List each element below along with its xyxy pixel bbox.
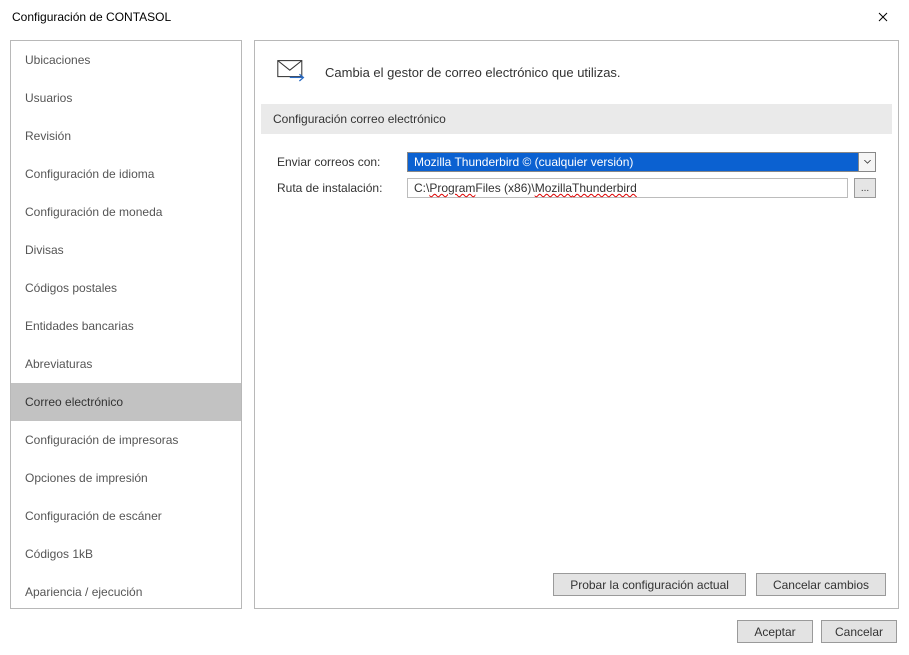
- path-text-seg1: Program: [429, 181, 475, 195]
- path-text-seg3: Mozilla: [535, 181, 572, 195]
- sidebar-item-label: Usuarios: [25, 91, 72, 105]
- test-config-button[interactable]: Probar la configuración actual: [553, 573, 746, 596]
- body-area: Ubicaciones Usuarios Revisión Configurac…: [0, 34, 909, 609]
- accept-button[interactable]: Aceptar: [737, 620, 813, 643]
- label-install-path: Ruta de instalación:: [277, 181, 407, 195]
- sidebar-item-label: Configuración de idioma: [25, 167, 154, 181]
- sidebar-item-label: Opciones de impresión: [25, 471, 148, 485]
- sidebar-item-label: Configuración de impresoras: [25, 433, 178, 447]
- dialog-footer: Aceptar Cancelar: [737, 620, 897, 643]
- sidebar-item-label: Correo electrónico: [25, 395, 123, 409]
- sidebar: Ubicaciones Usuarios Revisión Configurac…: [10, 40, 242, 609]
- sidebar-item-label: Ubicaciones: [25, 53, 90, 67]
- sidebar-item-abreviaturas[interactable]: Abreviaturas: [11, 345, 241, 383]
- cancel-changes-button[interactable]: Cancelar cambios: [756, 573, 886, 596]
- sidebar-item-idioma[interactable]: Configuración de idioma: [11, 155, 241, 193]
- sidebar-item-label: Configuración de moneda: [25, 205, 162, 219]
- sidebar-item-opciones-impresion[interactable]: Opciones de impresión: [11, 459, 241, 497]
- path-text-seg5: Thunderbird: [572, 181, 637, 195]
- sidebar-item-label: Entidades bancarias: [25, 319, 134, 333]
- sidebar-item-moneda[interactable]: Configuración de moneda: [11, 193, 241, 231]
- accept-label: Aceptar: [754, 625, 795, 639]
- sidebar-item-label: Divisas: [25, 243, 64, 257]
- sidebar-item-impresoras[interactable]: Configuración de impresoras: [11, 421, 241, 459]
- sidebar-item-label: Códigos 1kB: [25, 547, 93, 561]
- close-button[interactable]: [869, 3, 897, 31]
- select-email-client[interactable]: Mozilla Thunderbird © (cualquier versión…: [407, 152, 859, 172]
- row-send-with: Enviar correos con: Mozilla Thunderbird …: [277, 152, 876, 172]
- cancel-changes-label: Cancelar cambios: [773, 578, 869, 592]
- sidebar-item-ubicaciones[interactable]: Ubicaciones: [11, 41, 241, 79]
- sidebar-item-codigos-1kb[interactable]: Códigos 1kB: [11, 535, 241, 573]
- row-install-path: Ruta de instalación: C:\Program Files (x…: [277, 178, 876, 198]
- sidebar-item-label: Códigos postales: [25, 281, 117, 295]
- sidebar-item-apariencia[interactable]: Apariencia / ejecución: [11, 573, 241, 609]
- input-install-path[interactable]: C:\Program Files (x86)\Mozilla Thunderbi…: [407, 178, 848, 198]
- panel-footer: Probar la configuración actual Cancelar …: [553, 573, 886, 596]
- browse-label: ...: [861, 183, 869, 194]
- sidebar-item-entidades-bancarias[interactable]: Entidades bancarias: [11, 307, 241, 345]
- main-panel: Cambia el gestor de correo electrónico q…: [254, 40, 899, 609]
- chevron-down-icon: [864, 160, 871, 164]
- sidebar-item-escaner[interactable]: Configuración de escáner: [11, 497, 241, 535]
- sidebar-item-divisas[interactable]: Divisas: [11, 231, 241, 269]
- test-config-label: Probar la configuración actual: [570, 578, 729, 592]
- path-text-seg2: Files (x86)\: [475, 181, 534, 195]
- sidebar-item-label: Abreviaturas: [25, 357, 92, 371]
- section-header: Configuración correo electrónico: [261, 104, 892, 134]
- sidebar-item-revision[interactable]: Revisión: [11, 117, 241, 155]
- sidebar-item-correo-electronico[interactable]: Correo electrónico: [11, 383, 241, 421]
- header-description: Cambia el gestor de correo electrónico q…: [325, 65, 621, 80]
- titlebar: Configuración de CONTASOL: [0, 0, 909, 34]
- label-send-with: Enviar correos con:: [277, 155, 407, 169]
- cancel-button[interactable]: Cancelar: [821, 620, 897, 643]
- sidebar-item-label: Apariencia / ejecución: [25, 585, 142, 599]
- window-title: Configuración de CONTASOL: [12, 10, 171, 24]
- browse-button[interactable]: ...: [854, 178, 876, 198]
- close-icon: [878, 12, 888, 22]
- envelope-arrow-icon: [277, 59, 309, 86]
- path-text-prefix: C:\: [414, 181, 429, 195]
- header-row: Cambia el gestor de correo electrónico q…: [255, 41, 898, 104]
- form-area: Enviar correos con: Mozilla Thunderbird …: [255, 134, 898, 204]
- select-value: Mozilla Thunderbird © (cualquier versión…: [414, 155, 633, 169]
- sidebar-item-label: Revisión: [25, 129, 71, 143]
- sidebar-item-usuarios[interactable]: Usuarios: [11, 79, 241, 117]
- sidebar-item-codigos-postales[interactable]: Códigos postales: [11, 269, 241, 307]
- select-dropdown-button[interactable]: [859, 152, 876, 172]
- sidebar-item-label: Configuración de escáner: [25, 509, 162, 523]
- cancel-label: Cancelar: [835, 625, 883, 639]
